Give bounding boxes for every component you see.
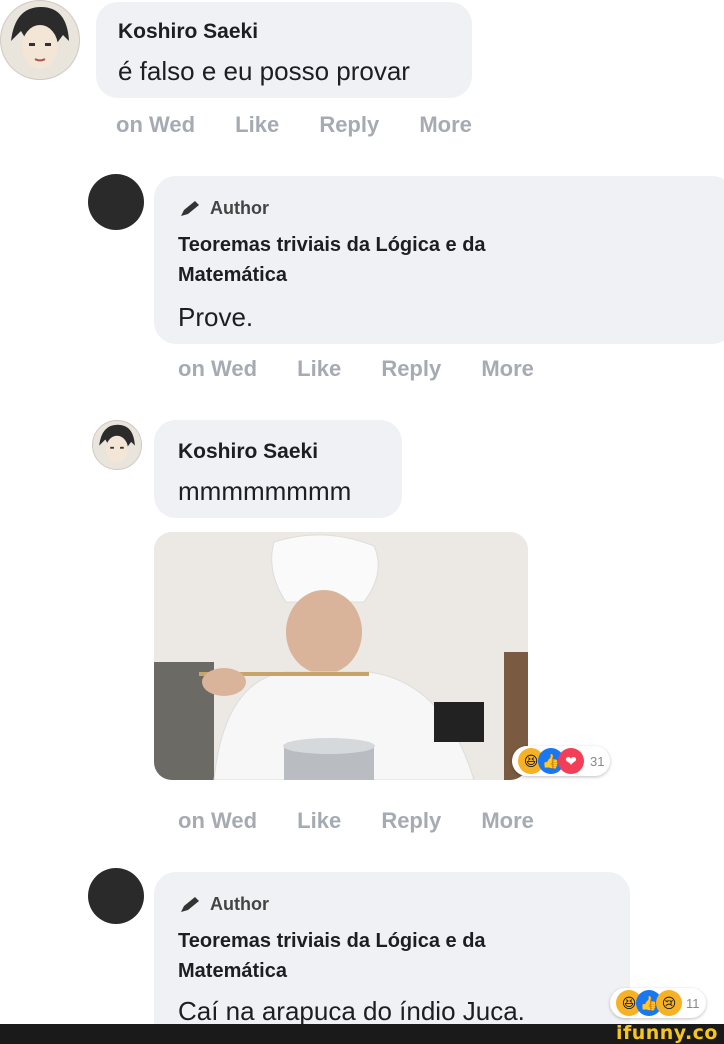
comment-author-name[interactable]: Teoremas triviais da Lógica e da xyxy=(178,930,486,953)
avatar[interactable] xyxy=(0,0,80,80)
like-link[interactable]: Like xyxy=(235,112,279,137)
comment-author-name[interactable]: Koshiro Saeki xyxy=(178,440,318,464)
author-badge: Author xyxy=(178,894,269,915)
watermark-logo: ifunny.co xyxy=(615,1022,718,1044)
comment-text: Caí na arapuca do índio Juca. xyxy=(178,996,525,1026)
comment-author-name-line2[interactable]: Matemática xyxy=(178,264,287,287)
comment-timestamp: on Wed xyxy=(178,808,258,833)
reaction-count: 11 xyxy=(686,995,700,1011)
reaction-count: 31 xyxy=(590,753,605,769)
user-avatar-icon xyxy=(99,424,135,463)
user-avatar-icon xyxy=(11,7,69,69)
avatar[interactable] xyxy=(92,420,142,470)
reaction-summary[interactable]: 😆 👍 😢 11 xyxy=(610,988,706,1018)
comment-author-name-line2[interactable]: Matemática xyxy=(178,960,287,983)
avatar[interactable] xyxy=(88,174,144,230)
reaction-summary[interactable]: 😆 👍 ❤ 31 xyxy=(512,746,611,776)
love-reaction-icon: ❤ xyxy=(558,748,584,774)
reply-link[interactable]: Reply xyxy=(319,112,379,137)
more-link[interactable]: More xyxy=(481,356,534,381)
more-link[interactable]: More xyxy=(419,112,472,137)
comment-author-name[interactable]: Koshiro Saeki xyxy=(118,20,258,44)
sad-reaction-icon: 😢 xyxy=(656,990,682,1016)
more-link[interactable]: More xyxy=(481,808,534,833)
comment-text: mmmmmmmm xyxy=(178,476,352,506)
comment-timestamp: on Wed xyxy=(178,356,258,381)
reply-link[interactable]: Reply xyxy=(381,356,441,381)
comment-text: é falso e eu posso provar xyxy=(118,56,410,86)
comment-actions: on Wed Like Reply More xyxy=(178,356,568,382)
comment-actions: on Wed Like Reply More xyxy=(116,112,506,138)
pencil-icon xyxy=(181,896,199,912)
author-badge: Author xyxy=(178,198,269,219)
like-link[interactable]: Like xyxy=(297,356,341,381)
reply-link[interactable]: Reply xyxy=(381,808,441,833)
author-badge-label: Author xyxy=(210,894,269,914)
comment-text: Prove. xyxy=(178,302,254,332)
avatar[interactable] xyxy=(88,868,144,924)
comment-actions: on Wed Like Reply More xyxy=(178,808,568,834)
pencil-icon xyxy=(181,200,199,216)
comment-timestamp: on Wed xyxy=(116,112,196,137)
chef-tasting-image xyxy=(154,532,528,780)
like-link[interactable]: Like xyxy=(297,808,341,833)
attached-photo[interactable] xyxy=(154,532,528,780)
author-badge-label: Author xyxy=(210,198,269,218)
comment-author-name[interactable]: Teoremas triviais da Lógica e da xyxy=(178,234,486,257)
